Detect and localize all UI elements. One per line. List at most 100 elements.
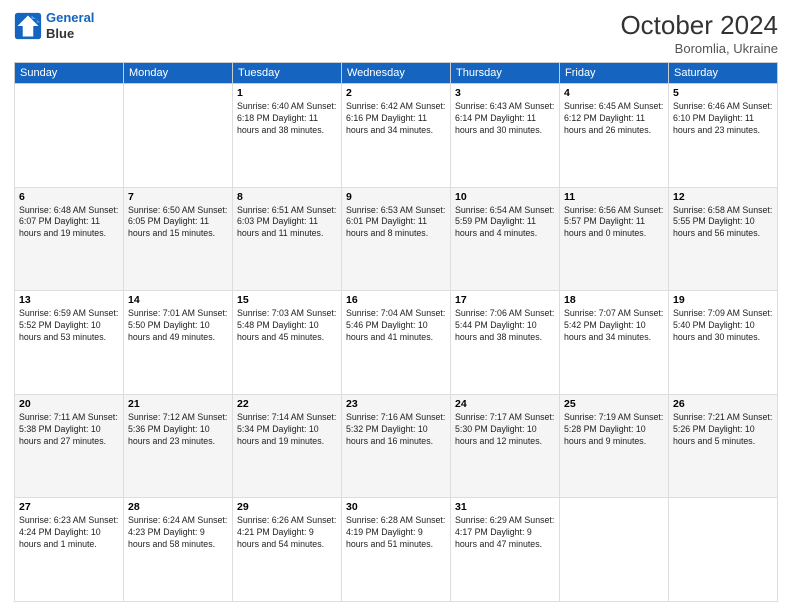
logo-line1: General xyxy=(46,10,94,25)
calendar-cell: 8 Sunrise: 6:51 AM Sunset: 6:03 PM Daylig… xyxy=(233,187,342,291)
calendar-cell: 19 Sunrise: 7:09 AM Sunset: 5:40 PM Dayli… xyxy=(669,291,778,395)
location-subtitle: Boromlia, Ukraine xyxy=(620,41,778,56)
day-info: Sunrise: 7:09 AM Sunset: 5:40 PM Dayligh… xyxy=(673,308,773,344)
calendar-cell: 7 Sunrise: 6:50 AM Sunset: 6:05 PM Daylig… xyxy=(124,187,233,291)
day-info: Sunrise: 6:50 AM Sunset: 6:05 PM Dayligh… xyxy=(128,205,228,241)
day-info: Sunrise: 7:16 AM Sunset: 5:32 PM Dayligh… xyxy=(346,412,446,448)
day-number: 28 xyxy=(128,501,228,513)
calendar-cell: 20Sunrise: 7:11 AM Sunset: 5:38 PM Dayli… xyxy=(15,394,124,498)
calendar-cell: 28Sunrise: 6:24 AM Sunset: 4:23 PM Dayli… xyxy=(124,498,233,602)
header: General Blue October 2024 Boromlia, Ukra… xyxy=(14,10,778,56)
day-info: Sunrise: 6:42 AM Sunset: 6:16 PM Dayligh… xyxy=(346,101,446,137)
day-number: 25 xyxy=(564,398,664,410)
calendar-cell: 25 Sunrise: 7:19 AM Sunset: 5:28 PM Dayli… xyxy=(560,394,669,498)
logo-text: General Blue xyxy=(46,10,94,41)
day-number: 21 xyxy=(128,398,228,410)
calendar-cell xyxy=(560,498,669,602)
calendar-cell: 11Sunrise: 6:56 AM Sunset: 5:57 PM Dayli… xyxy=(560,187,669,291)
calendar-cell: 9 Sunrise: 6:53 AM Sunset: 6:01 PM Daylig… xyxy=(342,187,451,291)
day-info: Sunrise: 7:01 AM Sunset: 5:50 PM Dayligh… xyxy=(128,308,228,344)
day-number: 6 xyxy=(19,191,119,203)
day-number: 18 xyxy=(564,294,664,306)
calendar-cell: 12 Sunrise: 6:58 AM Sunset: 5:55 PM Dayli… xyxy=(669,187,778,291)
day-number: 3 xyxy=(455,87,555,99)
calendar-cell: 16 Sunrise: 7:04 AM Sunset: 5:46 PM Dayli… xyxy=(342,291,451,395)
logo-icon xyxy=(14,12,42,40)
day-info: Sunrise: 7:07 AM Sunset: 5:42 PM Dayligh… xyxy=(564,308,664,344)
day-number: 17 xyxy=(455,294,555,306)
day-number: 8 xyxy=(237,191,337,203)
calendar-cell: 15 Sunrise: 7:03 AM Sunset: 5:48 PM Dayli… xyxy=(233,291,342,395)
day-info: Sunrise: 7:17 AM Sunset: 5:30 PM Dayligh… xyxy=(455,412,555,448)
logo-line2: Blue xyxy=(46,26,94,42)
day-info: Sunrise: 7:03 AM Sunset: 5:48 PM Dayligh… xyxy=(237,308,337,344)
calendar-cell: 24 Sunrise: 7:17 AM Sunset: 5:30 PM Dayli… xyxy=(451,394,560,498)
header-row: SundayMondayTuesdayWednesdayThursdayFrid… xyxy=(15,63,778,84)
day-info: Sunrise: 6:51 AM Sunset: 6:03 PM Dayligh… xyxy=(237,205,337,241)
day-number: 24 xyxy=(455,398,555,410)
day-info: Sunrise: 7:19 AM Sunset: 5:28 PM Dayligh… xyxy=(564,412,664,448)
day-info: Sunrise: 6:45 AM Sunset: 6:12 PM Dayligh… xyxy=(564,101,664,137)
day-number: 7 xyxy=(128,191,228,203)
day-info: Sunrise: 7:21 AM Sunset: 5:26 PM Dayligh… xyxy=(673,412,773,448)
day-number: 14 xyxy=(128,294,228,306)
calendar-cell xyxy=(124,84,233,188)
day-number: 27 xyxy=(19,501,119,513)
day-number: 10 xyxy=(455,191,555,203)
calendar-table: SundayMondayTuesdayWednesdayThursdayFrid… xyxy=(14,62,778,602)
calendar-cell: 30 Sunrise: 6:28 AM Sunset: 4:19 PM Dayli… xyxy=(342,498,451,602)
calendar-cell: 10Sunrise: 6:54 AM Sunset: 5:59 PM Dayli… xyxy=(451,187,560,291)
day-number: 31 xyxy=(455,501,555,513)
calendar-cell: 3Sunrise: 6:43 AM Sunset: 6:14 PM Daylig… xyxy=(451,84,560,188)
day-number: 30 xyxy=(346,501,446,513)
col-header-saturday: Saturday xyxy=(669,63,778,84)
day-info: Sunrise: 6:46 AM Sunset: 6:10 PM Dayligh… xyxy=(673,101,773,137)
calendar-cell: 21Sunrise: 7:12 AM Sunset: 5:36 PM Dayli… xyxy=(124,394,233,498)
day-number: 13 xyxy=(19,294,119,306)
calendar-cell: 2 Sunrise: 6:42 AM Sunset: 6:16 PM Daylig… xyxy=(342,84,451,188)
day-info: Sunrise: 7:04 AM Sunset: 5:46 PM Dayligh… xyxy=(346,308,446,344)
logo: General Blue xyxy=(14,10,94,41)
day-number: 12 xyxy=(673,191,773,203)
day-number: 9 xyxy=(346,191,446,203)
week-row-4: 20Sunrise: 7:11 AM Sunset: 5:38 PM Dayli… xyxy=(15,394,778,498)
day-number: 20 xyxy=(19,398,119,410)
day-info: Sunrise: 6:58 AM Sunset: 5:55 PM Dayligh… xyxy=(673,205,773,241)
day-number: 15 xyxy=(237,294,337,306)
day-number: 2 xyxy=(346,87,446,99)
calendar-cell: 22 Sunrise: 7:14 AM Sunset: 5:34 PM Dayli… xyxy=(233,394,342,498)
col-header-tuesday: Tuesday xyxy=(233,63,342,84)
calendar-cell xyxy=(669,498,778,602)
calendar-cell: 31 Sunrise: 6:29 AM Sunset: 4:17 PM Dayli… xyxy=(451,498,560,602)
day-info: Sunrise: 6:59 AM Sunset: 5:52 PM Dayligh… xyxy=(19,308,119,344)
day-number: 23 xyxy=(346,398,446,410)
month-title: October 2024 xyxy=(620,10,778,41)
calendar-cell: 18 Sunrise: 7:07 AM Sunset: 5:42 PM Dayli… xyxy=(560,291,669,395)
col-header-friday: Friday xyxy=(560,63,669,84)
calendar-cell: 14 Sunrise: 7:01 AM Sunset: 5:50 PM Dayli… xyxy=(124,291,233,395)
calendar-cell: 29Sunrise: 6:26 AM Sunset: 4:21 PM Dayli… xyxy=(233,498,342,602)
col-header-sunday: Sunday xyxy=(15,63,124,84)
calendar-cell: 6 Sunrise: 6:48 AM Sunset: 6:07 PM Daylig… xyxy=(15,187,124,291)
page: General Blue October 2024 Boromlia, Ukra… xyxy=(0,0,792,612)
calendar-cell: 27 Sunrise: 6:23 AM Sunset: 4:24 PM Dayli… xyxy=(15,498,124,602)
day-info: Sunrise: 6:40 AM Sunset: 6:18 PM Dayligh… xyxy=(237,101,337,137)
day-info: Sunrise: 6:48 AM Sunset: 6:07 PM Dayligh… xyxy=(19,205,119,241)
day-number: 26 xyxy=(673,398,773,410)
day-info: Sunrise: 6:29 AM Sunset: 4:17 PM Dayligh… xyxy=(455,515,555,551)
day-info: Sunrise: 7:06 AM Sunset: 5:44 PM Dayligh… xyxy=(455,308,555,344)
day-info: Sunrise: 6:53 AM Sunset: 6:01 PM Dayligh… xyxy=(346,205,446,241)
calendar-cell: 17 Sunrise: 7:06 AM Sunset: 5:44 PM Dayli… xyxy=(451,291,560,395)
day-number: 19 xyxy=(673,294,773,306)
calendar-cell: 1Sunrise: 6:40 AM Sunset: 6:18 PM Daylig… xyxy=(233,84,342,188)
day-info: Sunrise: 6:28 AM Sunset: 4:19 PM Dayligh… xyxy=(346,515,446,551)
day-number: 16 xyxy=(346,294,446,306)
calendar-cell xyxy=(15,84,124,188)
day-info: Sunrise: 7:14 AM Sunset: 5:34 PM Dayligh… xyxy=(237,412,337,448)
day-info: Sunrise: 6:56 AM Sunset: 5:57 PM Dayligh… xyxy=(564,205,664,241)
week-row-5: 27 Sunrise: 6:23 AM Sunset: 4:24 PM Dayli… xyxy=(15,498,778,602)
day-info: Sunrise: 6:23 AM Sunset: 4:24 PM Dayligh… xyxy=(19,515,119,551)
col-header-monday: Monday xyxy=(124,63,233,84)
week-row-1: 1Sunrise: 6:40 AM Sunset: 6:18 PM Daylig… xyxy=(15,84,778,188)
day-number: 22 xyxy=(237,398,337,410)
